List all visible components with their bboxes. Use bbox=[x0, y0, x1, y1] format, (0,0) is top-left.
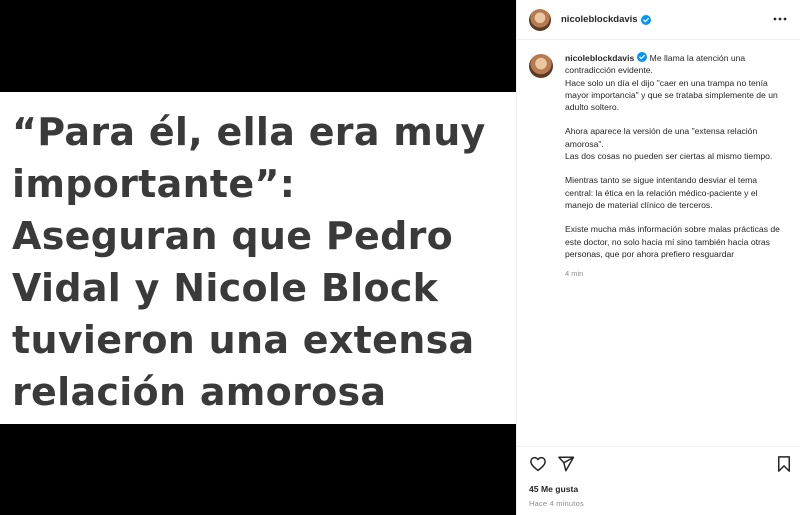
more-horizontal-icon[interactable] bbox=[773, 14, 787, 24]
post-timestamp[interactable]: Hace 4 minutos bbox=[529, 499, 584, 508]
instagram-post: “Para él, ella era muy importante”: Aseg… bbox=[0, 0, 800, 515]
verified-badge-icon bbox=[637, 52, 648, 62]
post-header: nicoleblockdavis bbox=[517, 0, 800, 40]
headline-image: “Para él, ella era muy importante”: Aseg… bbox=[0, 92, 516, 424]
heart-icon[interactable] bbox=[529, 455, 547, 473]
caption-avatar[interactable] bbox=[529, 54, 553, 78]
caption-comment: nicoleblockdavis Me llama la atención un… bbox=[529, 52, 791, 280]
paper-plane-icon[interactable] bbox=[557, 455, 575, 473]
caption-paragraph: Existe mucha más información sobre malas… bbox=[565, 224, 780, 259]
caption-body: nicoleblockdavis Me llama la atención un… bbox=[565, 52, 787, 280]
verified-badge-icon bbox=[640, 14, 651, 25]
action-bar bbox=[517, 446, 800, 476]
likes-count[interactable]: 45 Me gusta bbox=[529, 484, 578, 494]
caption-username[interactable]: nicoleblockdavis bbox=[565, 53, 634, 63]
caption-first-paragraph: nicoleblockdavis Me llama la atención un… bbox=[565, 52, 787, 113]
caption-lead-continuation: Hace solo un día el dijo "caer en una tr… bbox=[565, 77, 778, 113]
avatar[interactable] bbox=[529, 8, 551, 31]
caption-paragraph: Mientras tanto se sigue intentando desvi… bbox=[565, 175, 758, 210]
caption-timestamp[interactable]: 4 min bbox=[565, 268, 787, 280]
post-sidebar: nicoleblockdavis nicoleblockdavis Me lla… bbox=[516, 0, 800, 515]
headline-text: “Para él, ella era muy importante”: Aseg… bbox=[12, 110, 486, 414]
caption-paragraph: Ahora aparece la versión de una "extensa… bbox=[565, 126, 773, 162]
header-username[interactable]: nicoleblockdavis bbox=[561, 14, 638, 25]
post-media[interactable]: “Para él, ella era muy importante”: Aseg… bbox=[0, 0, 516, 515]
bookmark-icon[interactable] bbox=[775, 455, 793, 473]
